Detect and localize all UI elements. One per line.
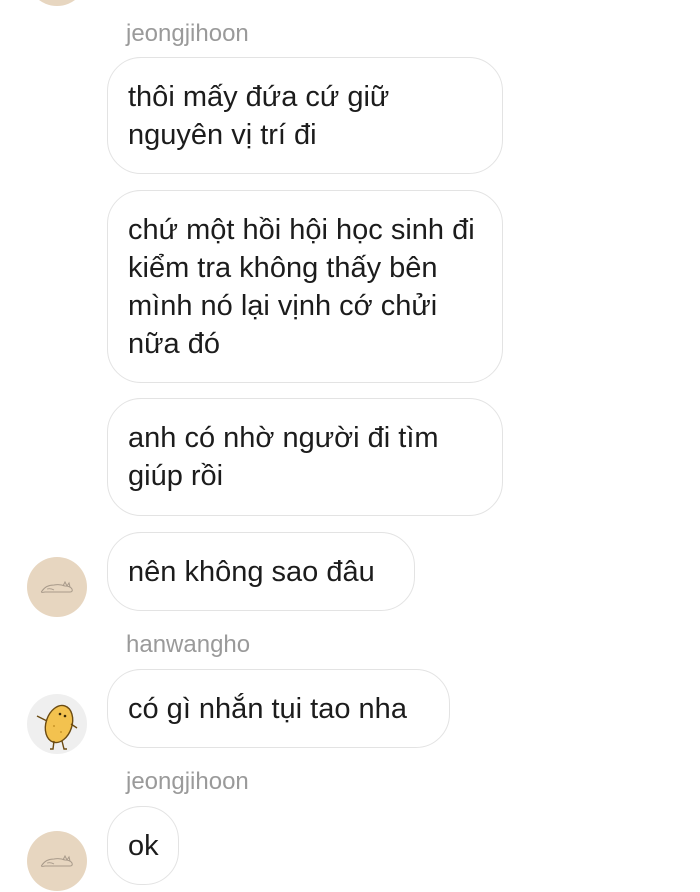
sleeping-cat-icon [40, 854, 73, 867]
message-text: chứ một hồi hội học sinh đi kiểm tra khô… [128, 213, 475, 360]
message-bubble[interactable]: có gì nhắn tụi tao nha [107, 669, 450, 748]
avatar-hanwangho[interactable] [27, 694, 87, 754]
message-text: thôi mấy đứa cứ giữ nguyên vị trí đi [128, 80, 390, 151]
sender-name-jeongjihoon: jeongjihoon [126, 20, 249, 47]
message-bubble[interactable]: nên không sao đâu [107, 532, 415, 611]
chat-thread: jeongjihoon thôi mấy đứa cứ giữ nguyên v… [0, 0, 700, 892]
avatar-cropped-top[interactable] [27, 0, 87, 6]
message-text: ok [128, 829, 159, 862]
sender-name-jeongjihoon: jeongjihoon [126, 768, 249, 795]
message-bubble[interactable]: thôi mấy đứa cứ giữ nguyên vị trí đi [107, 57, 503, 174]
sleeping-cat-icon [27, 0, 87, 6]
avatar-jeongjihoon[interactable] [27, 831, 87, 891]
message-text: có gì nhắn tụi tao nha [128, 692, 407, 725]
avatar-jeongjihoon[interactable] [27, 557, 87, 617]
message-bubble[interactable]: chứ một hồi hội học sinh đi kiểm tra khô… [107, 190, 503, 383]
message-text: nên không sao đâu [128, 555, 375, 588]
message-bubble[interactable]: anh có nhờ người đi tìm giúp rồi [107, 398, 503, 516]
sleeping-cat-icon [40, 580, 73, 593]
message-text: anh có nhờ người đi tìm giúp rồi [128, 422, 439, 492]
sender-name-hanwangho: hanwangho [126, 631, 251, 658]
message-bubble[interactable]: ok [107, 806, 179, 885]
potato-character-icon [36, 704, 78, 750]
